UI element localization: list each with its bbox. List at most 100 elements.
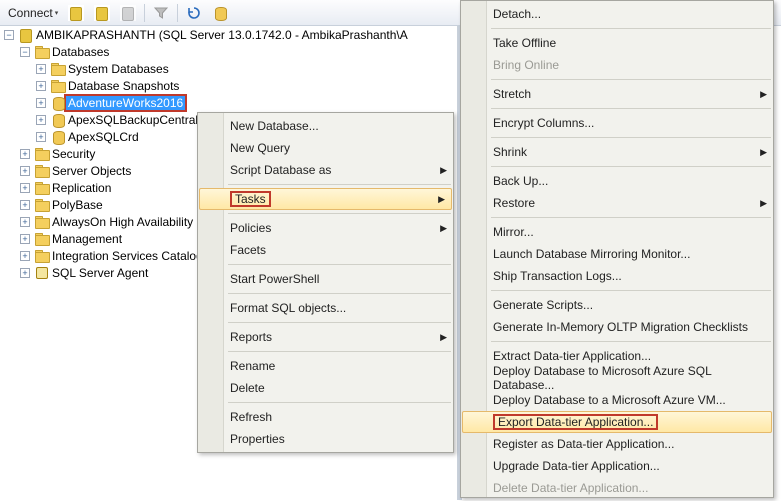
tree-label: Security — [50, 147, 97, 161]
disconnect-icon[interactable] — [90, 3, 114, 23]
database-icon — [50, 112, 66, 128]
tree-system-databases[interactable]: + System Databases — [0, 60, 457, 77]
menu-rename[interactable]: Rename — [198, 355, 453, 377]
menu-deploy-azure-vm[interactable]: Deploy Database to a Microsoft Azure VM.… — [461, 389, 773, 411]
submenu-arrow-icon: ▶ — [760, 89, 767, 100]
menu-label: Refresh — [230, 410, 272, 424]
folder-icon — [34, 248, 50, 264]
tasks-submenu: Detach... Take Offline Bring Online Stre… — [460, 0, 774, 498]
menu-delete[interactable]: Delete — [198, 377, 453, 399]
menu-label: Register as Data-tier Application... — [493, 437, 674, 451]
tree-label: Replication — [50, 181, 113, 195]
folder-icon — [34, 44, 50, 60]
menu-new-database[interactable]: New Database... — [198, 115, 453, 137]
submenu-arrow-icon: ▶ — [440, 332, 447, 343]
menu-label: Delete Data-tier Application... — [493, 481, 648, 495]
submenu-arrow-icon: ▶ — [438, 194, 445, 205]
connect-button[interactable]: Connect ▾ — [4, 4, 62, 22]
menu-backup[interactable]: Back Up... — [461, 170, 773, 192]
menu-encrypt-columns[interactable]: Encrypt Columns... — [461, 112, 773, 134]
tree-databases-node[interactable]: − Databases — [0, 43, 457, 60]
menu-detach[interactable]: Detach... — [461, 3, 773, 25]
database-icon — [50, 95, 66, 111]
menu-restore[interactable]: Restore▶ — [461, 192, 773, 214]
menu-separator — [491, 166, 771, 167]
script-icon[interactable] — [208, 3, 232, 23]
menu-policies[interactable]: Policies▶ — [198, 217, 453, 239]
toolbar-separator — [177, 4, 178, 22]
menu-separator — [491, 137, 771, 138]
menu-launch-mirror-monitor[interactable]: Launch Database Mirroring Monitor... — [461, 243, 773, 265]
menu-label: Deploy Database to a Microsoft Azure VM.… — [493, 393, 726, 407]
menu-separator — [228, 264, 451, 265]
menu-facets[interactable]: Facets — [198, 239, 453, 261]
menu-shrink[interactable]: Shrink▶ — [461, 141, 773, 163]
menu-register-dta[interactable]: Register as Data-tier Application... — [461, 433, 773, 455]
agent-icon — [34, 265, 50, 281]
tree-server-node[interactable]: − AMBIKAPRASHANTH (SQL Server 13.0.1742.… — [0, 26, 457, 43]
tree-label: AMBIKAPRASHANTH (SQL Server 13.0.1742.0 … — [34, 28, 410, 42]
submenu-arrow-icon: ▶ — [760, 198, 767, 209]
menu-separator — [491, 28, 771, 29]
menu-properties[interactable]: Properties — [198, 428, 453, 450]
menu-tasks[interactable]: Tasks ▶ — [199, 188, 452, 210]
menu-label: Export Data-tier Application... — [498, 415, 653, 429]
menu-label: New Query — [230, 141, 290, 155]
menu-label: Start PowerShell — [230, 272, 319, 286]
submenu-arrow-icon: ▶ — [760, 147, 767, 158]
folder-icon — [34, 146, 50, 162]
stop-icon[interactable] — [116, 3, 140, 23]
menu-label: Take Offline — [493, 36, 556, 50]
menu-take-offline[interactable]: Take Offline — [461, 32, 773, 54]
menu-label: Reports — [230, 330, 272, 344]
menu-generate-scripts[interactable]: Generate Scripts... — [461, 294, 773, 316]
menu-label: Script Database as — [230, 163, 331, 177]
tree-label: AlwaysOn High Availability — [50, 215, 195, 229]
database-icon — [50, 129, 66, 145]
menu-label: Rename — [230, 359, 275, 373]
filter-icon[interactable] — [149, 3, 173, 23]
tree-adventureworks[interactable]: + AdventureWorks2016 — [0, 94, 457, 111]
menu-separator — [228, 184, 451, 185]
menu-stretch[interactable]: Stretch▶ — [461, 83, 773, 105]
menu-label: Bring Online — [493, 58, 559, 72]
connect-server-icon[interactable] — [64, 3, 88, 23]
menu-separator — [491, 290, 771, 291]
menu-label: Generate In-Memory OLTP Migration Checkl… — [493, 320, 748, 334]
menu-deploy-azure-db[interactable]: Deploy Database to Microsoft Azure SQL D… — [461, 367, 773, 389]
tree-label: Server Objects — [50, 164, 133, 178]
menu-script-database-as[interactable]: Script Database as ▶ — [198, 159, 453, 181]
menu-export-dta[interactable]: Export Data-tier Application... — [462, 411, 772, 433]
server-icon — [18, 27, 34, 43]
connect-label: Connect — [8, 6, 53, 20]
folder-icon — [34, 231, 50, 247]
menu-new-query[interactable]: New Query — [198, 137, 453, 159]
menu-separator — [228, 213, 451, 214]
menu-label: Tasks — [235, 192, 266, 206]
tree-label: Database Snapshots — [66, 79, 181, 93]
menu-format-sql[interactable]: Format SQL objects... — [198, 297, 453, 319]
submenu-arrow-icon: ▶ — [440, 165, 447, 176]
folder-icon — [50, 61, 66, 77]
menu-ship-logs[interactable]: Ship Transaction Logs... — [461, 265, 773, 287]
menu-label: Delete — [230, 381, 265, 395]
menu-generate-oltp[interactable]: Generate In-Memory OLTP Migration Checkl… — [461, 316, 773, 338]
menu-label: New Database... — [230, 119, 319, 133]
menu-refresh[interactable]: Refresh — [198, 406, 453, 428]
menu-label: Extract Data-tier Application... — [493, 349, 651, 363]
menu-start-powershell[interactable]: Start PowerShell — [198, 268, 453, 290]
menu-label: Detach... — [493, 7, 541, 21]
menu-separator — [228, 322, 451, 323]
tree-label: System Databases — [66, 62, 171, 76]
tree-database-snapshots[interactable]: + Database Snapshots — [0, 77, 457, 94]
submenu-arrow-icon: ▶ — [440, 223, 447, 234]
menu-label: Ship Transaction Logs... — [493, 269, 622, 283]
menu-label: Generate Scripts... — [493, 298, 593, 312]
toolbar-separator — [144, 4, 145, 22]
menu-reports[interactable]: Reports ▶ — [198, 326, 453, 348]
menu-separator — [491, 79, 771, 80]
refresh-icon[interactable] — [182, 3, 206, 23]
tree-label: SQL Server Agent — [50, 266, 150, 280]
menu-mirror[interactable]: Mirror... — [461, 221, 773, 243]
menu-upgrade-dta[interactable]: Upgrade Data-tier Application... — [461, 455, 773, 477]
